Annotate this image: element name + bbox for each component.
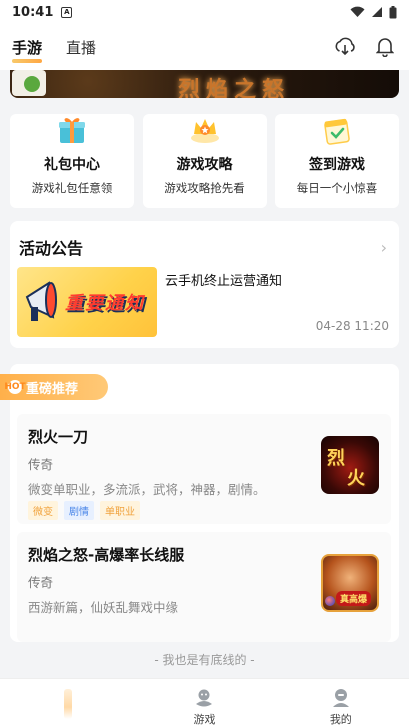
game-description: 微变单职业，多流派，武将，神器，剧情。 (28, 482, 266, 497)
game-title: 烈焰之怒-高爆率长线服 (28, 546, 185, 564)
status-bar: 10:41 A (0, 0, 409, 24)
bottom-tab-bar: 游戏 我的 (0, 678, 409, 728)
gamepad-icon (196, 689, 213, 707)
calendar-check-icon (321, 114, 353, 146)
tab-profile[interactable]: 我的 (273, 679, 409, 728)
tab-mobile-games[interactable]: 手游 (12, 37, 43, 63)
game-tag: 微变 (28, 501, 58, 520)
notification-icon: A (61, 6, 73, 18)
profile-icon (332, 689, 349, 707)
game-cover-text: 火 (347, 468, 365, 489)
home-icon (64, 689, 73, 719)
promo-banner[interactable]: 烈焰之怒 (10, 70, 399, 98)
notice-headline[interactable]: 云手机终止运营通知 (165, 270, 282, 289)
recommend-tag: HOT 重磅推荐 (0, 374, 108, 400)
activity-notice-section: 活动公告 › 重要通知 云手机终止运营通知 04-28 11:20 (10, 221, 399, 348)
top-header: 手游 直播 (0, 24, 409, 70)
download-icon[interactable] (333, 35, 357, 59)
game-tag: 剧情 (64, 501, 94, 520)
game-cover-badge: 真高爆 (336, 591, 372, 606)
notice-image[interactable]: 重要通知 (17, 267, 157, 337)
tab-label: 我的 (329, 713, 352, 726)
card-daily-checkin[interactable]: 签到游戏 每日一个小惊喜 (275, 114, 399, 208)
hot-icon: HOT (4, 380, 26, 394)
wifi-icon (350, 6, 365, 18)
crown-badge-icon (189, 114, 221, 146)
battery-icon (389, 5, 397, 18)
megaphone-icon (25, 281, 57, 321)
game-cover-text: 烈 (327, 448, 345, 469)
game-cover: 真高爆 (321, 554, 379, 612)
game-tags: 微变 剧情 单职业 (28, 501, 140, 520)
card-subtitle: 每日一个小惊喜 (296, 181, 378, 195)
card-title: 礼包中心 (44, 157, 100, 173)
end-of-list-note: - 我也是有底线的 - (154, 653, 255, 667)
tab-label: 游戏 (193, 713, 216, 726)
tab-home[interactable] (0, 679, 136, 728)
tab-live[interactable]: 直播 (66, 37, 96, 58)
game-card[interactable]: 烈焰之怒-高爆率长线服 传奇 西游新篇，仙妖乱舞戏中缘 真高爆 (17, 532, 391, 642)
recommend-section: HOT 重磅推荐 烈火一刀 传奇 微变单职业，多流派，武将，神器，剧情。 微变 … (0, 364, 399, 642)
card-title: 游戏攻略 (176, 157, 233, 173)
card-title: 签到游戏 (309, 157, 365, 173)
gift-box-icon (56, 114, 88, 146)
game-title: 烈火一刀 (28, 428, 89, 446)
game-cover: 烈 火 (321, 436, 379, 494)
chevron-right-icon[interactable]: › (381, 238, 387, 257)
game-description: 西游新篇，仙妖乱舞戏中缘 (28, 600, 179, 615)
game-category: 传奇 (28, 575, 54, 590)
tab-games[interactable]: 游戏 (136, 679, 272, 728)
status-time: 10:41 (12, 4, 54, 20)
section-title: 活动公告 (19, 239, 84, 258)
game-tag: 单职业 (100, 501, 140, 520)
game-cover-emblem (325, 596, 335, 606)
quick-entry-cards: 礼包中心 游戏礼包任意领 游戏攻略 游戏攻略抢先看 签到游戏 每日一个小惊喜 (10, 114, 399, 208)
banner-logo (12, 70, 46, 96)
recommend-tag-label: 重磅推荐 (26, 381, 79, 397)
card-subtitle: 游戏攻略抢先看 (164, 181, 245, 195)
banner-title: 烈焰之怒 (178, 77, 291, 98)
signal-icon (372, 7, 382, 17)
notice-image-text: 重要通知 (65, 293, 145, 314)
card-game-guide[interactable]: 游戏攻略 游戏攻略抢先看 (142, 114, 267, 208)
card-subtitle: 游戏礼包任意领 (31, 181, 113, 195)
game-card[interactable]: 烈火一刀 传奇 微变单职业，多流派，武将，神器，剧情。 微变 剧情 单职业 烈 … (17, 414, 391, 524)
game-category: 传奇 (28, 457, 54, 472)
notice-date: 04-28 11:20 (315, 319, 389, 333)
bell-icon[interactable] (373, 35, 397, 59)
card-gift-center[interactable]: 礼包中心 游戏礼包任意领 (10, 114, 134, 208)
